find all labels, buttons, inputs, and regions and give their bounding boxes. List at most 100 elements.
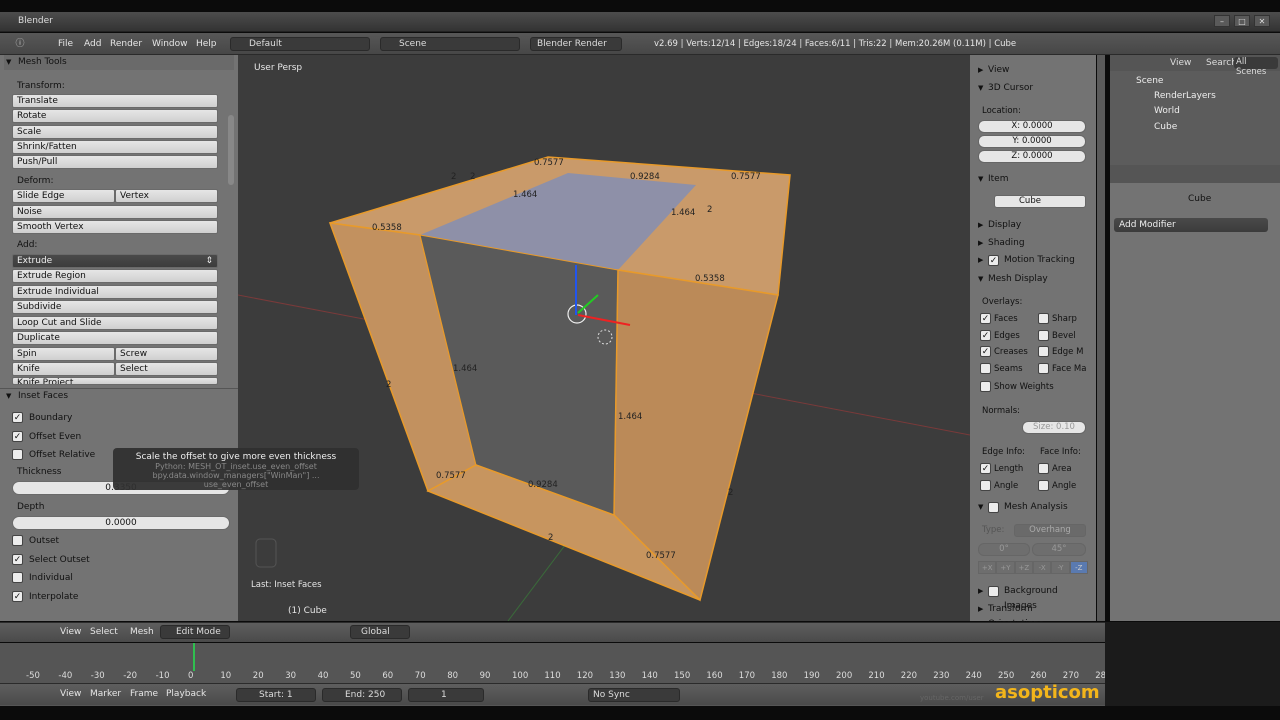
menu-render[interactable]: Render <box>110 39 142 49</box>
start-frame-field[interactable]: Start: 1 <box>236 688 316 702</box>
extrude-menu-button[interactable]: Extrude ⇕ <box>12 254 218 268</box>
end-frame-field[interactable]: End: 250 <box>322 688 402 702</box>
axis-py[interactable]: +Y <box>996 561 1015 574</box>
axis-px[interactable]: +X <box>978 561 997 574</box>
axis-nx[interactable]: -X <box>1032 561 1052 574</box>
spin-button[interactable]: Spin <box>12 347 115 361</box>
select-outset-checkbox[interactable]: ✓ <box>12 554 23 565</box>
screen-layout-field[interactable]: Default <box>230 37 370 51</box>
edge-angle-checkbox[interactable] <box>980 480 991 491</box>
scale-button[interactable]: Scale <box>12 125 218 139</box>
current-frame-marker[interactable] <box>193 643 195 671</box>
axis-pz[interactable]: +Z <box>1014 561 1033 574</box>
individual-checkbox[interactable] <box>12 572 23 583</box>
rotate-button[interactable]: Rotate <box>12 109 218 123</box>
3d-viewport[interactable]: User Persp 0.7577 2 0.9284 0.7577 1.464 2 1.46… <box>238 55 970 621</box>
maximize-button[interactable]: □ <box>1234 15 1250 27</box>
depth-slider[interactable]: 0.0000 <box>12 516 230 530</box>
extrude-region-button[interactable]: Extrude Region <box>12 269 218 283</box>
extrude-individual-button[interactable]: Extrude Individual <box>12 285 218 299</box>
edges-checkbox[interactable]: ✓ <box>980 330 991 341</box>
transform-orientations-section[interactable]: Transform Orientations <box>974 602 1090 629</box>
menu-help[interactable]: Help <box>196 39 217 49</box>
overhang-max-field[interactable]: 45° <box>1032 543 1086 556</box>
normal-size-field[interactable]: Size: 0.10 <box>1022 421 1086 434</box>
outliner-view-menu[interactable]: View <box>1170 58 1191 68</box>
tl-menu-view[interactable]: View <box>60 689 81 699</box>
menu-add[interactable]: Add <box>84 39 101 49</box>
outliner-filter-select[interactable]: All Scenes <box>1234 57 1278 77</box>
translate-button[interactable]: Translate <box>12 94 218 108</box>
subdivide-button[interactable]: Subdivide <box>12 300 218 314</box>
orientation-select[interactable]: Global <box>350 625 410 639</box>
face-angle-checkbox[interactable] <box>1038 480 1049 491</box>
outliner-search-menu[interactable]: Search <box>1206 58 1237 68</box>
bevel-checkbox[interactable] <box>1038 330 1049 341</box>
show-weights-checkbox[interactable] <box>980 381 991 392</box>
shading-section[interactable]: Shading <box>974 236 1090 251</box>
vp-menu-select[interactable]: Select <box>90 627 118 637</box>
outliner-world[interactable]: World <box>1154 106 1180 116</box>
overhang-min-field[interactable]: 0° <box>978 543 1030 556</box>
render-engine-select[interactable]: Blender Render <box>530 37 622 51</box>
loop-cut-button[interactable]: Loop Cut and Slide <box>12 316 218 330</box>
mode-select[interactable]: Edit Mode <box>160 625 230 639</box>
menu-window[interactable]: Window <box>152 39 188 49</box>
outliner-renderlayers[interactable]: RenderLayers <box>1154 91 1216 101</box>
editor-type-icon[interactable]: ⓘ <box>14 38 26 50</box>
inset-faces-header[interactable]: Inset Faces <box>4 389 234 404</box>
knife-button[interactable]: Knife <box>12 362 115 376</box>
shrink-fatten-button[interactable]: Shrink/Fatten <box>12 140 218 154</box>
seams-checkbox[interactable] <box>980 363 991 374</box>
mesh-tools-header[interactable]: Mesh Tools <box>4 55 234 70</box>
outliner-scene[interactable]: Scene <box>1136 76 1163 86</box>
background-images-section[interactable]: Background Images <box>974 584 1090 611</box>
npanel-scrollbar[interactable] <box>1097 55 1105 621</box>
screw-button[interactable]: Screw <box>115 347 218 361</box>
display-section[interactable]: Display <box>974 218 1090 233</box>
vertex-button[interactable]: Vertex <box>115 189 218 203</box>
cursor-y-field[interactable]: Y: 0.0000 <box>978 135 1086 148</box>
scene-field[interactable]: Scene <box>380 37 520 51</box>
push-pull-button[interactable]: Push/Pull <box>12 155 218 169</box>
cursor-z-field[interactable]: Z: 0.0000 <box>978 150 1086 163</box>
mesh-display-section[interactable]: Mesh Display <box>974 272 1090 287</box>
menu-file[interactable]: File <box>58 39 73 49</box>
outset-checkbox[interactable] <box>12 535 23 546</box>
axis-ny[interactable]: -Y <box>1051 561 1070 574</box>
offset-even-checkbox[interactable]: ✓ <box>12 431 23 442</box>
analysis-type-select[interactable]: Overhang <box>1014 524 1086 537</box>
outliner-cube[interactable]: Cube <box>1154 122 1177 132</box>
sharp-checkbox[interactable] <box>1038 313 1049 324</box>
axis-nz[interactable]: -Z <box>1069 561 1088 574</box>
smooth-vertex-button[interactable]: Smooth Vertex <box>12 220 218 234</box>
tl-menu-frame[interactable]: Frame <box>130 689 158 699</box>
vp-menu-view[interactable]: View <box>60 627 81 637</box>
add-modifier-button[interactable]: Add Modifier <box>1114 218 1268 232</box>
knife-project-button[interactable]: Knife Project <box>12 377 218 385</box>
knife-select-button[interactable]: Select <box>115 362 218 376</box>
interpolate-checkbox[interactable]: ✓ <box>12 591 23 602</box>
area-checkbox[interactable] <box>1038 463 1049 474</box>
item-section[interactable]: Item <box>974 172 1090 187</box>
close-button[interactable]: ✕ <box>1254 15 1270 27</box>
offset-relative-checkbox[interactable] <box>12 449 23 460</box>
current-frame-field[interactable]: 1 <box>408 688 484 702</box>
edge-marks-checkbox[interactable] <box>1038 346 1049 357</box>
length-checkbox[interactable]: ✓ <box>980 463 991 474</box>
slide-edge-button[interactable]: Slide Edge <box>12 189 115 203</box>
vp-menu-mesh[interactable]: Mesh <box>130 627 154 637</box>
tl-menu-marker[interactable]: Marker <box>90 689 121 699</box>
item-name-field[interactable]: Cube <box>994 195 1086 208</box>
cursor-x-field[interactable]: X: 0.0000 <box>978 120 1086 133</box>
mesh-analysis-section[interactable]: Mesh Analysis <box>974 500 1090 515</box>
3d-cursor-section[interactable]: 3D Cursor <box>974 81 1090 96</box>
face-marks-checkbox[interactable] <box>1038 363 1049 374</box>
toolshelf-scrollbar[interactable] <box>228 115 234 185</box>
sync-select[interactable]: No Sync <box>588 688 680 702</box>
duplicate-button[interactable]: Duplicate <box>12 331 218 345</box>
noise-button[interactable]: Noise <box>12 205 218 219</box>
view-section[interactable]: View <box>974 63 1090 78</box>
creases-checkbox[interactable]: ✓ <box>980 346 991 357</box>
boundary-checkbox[interactable]: ✓ <box>12 412 23 423</box>
